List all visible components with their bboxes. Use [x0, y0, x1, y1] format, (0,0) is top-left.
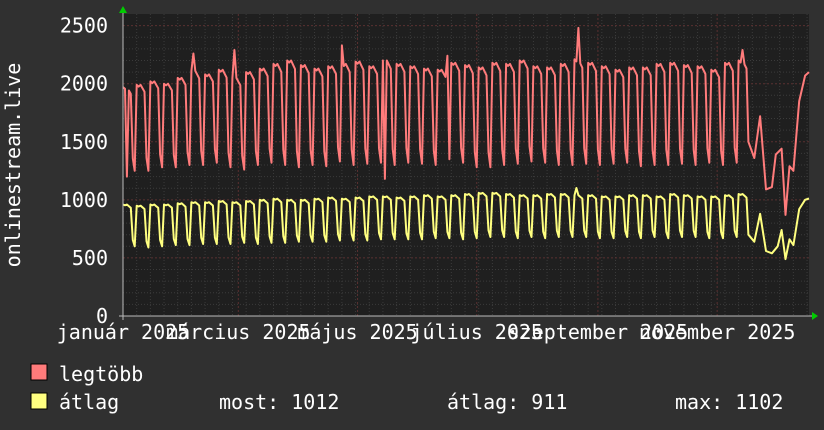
y-tick-label: 1000: [60, 188, 108, 212]
x-axis-ticks: január 2025március 2025május 2025július …: [57, 320, 796, 344]
stat-atlag: átlag: 911: [447, 390, 567, 414]
stat-most: most: 1012: [219, 390, 339, 414]
x-tick-label: november 2025: [639, 320, 796, 344]
stat-max: max: 1102: [675, 390, 783, 414]
legend-swatch-atlag: [30, 392, 48, 410]
legend-swatch-legtobb: [30, 363, 48, 381]
y-tick-label: 1500: [60, 130, 108, 154]
y-tick-label: 2500: [60, 14, 108, 38]
x-tick-label: május 2025: [297, 320, 417, 344]
x-tick-label: március 2025: [166, 320, 311, 344]
y-tick-label: 500: [72, 246, 108, 270]
y-tick-label: 2000: [60, 72, 108, 96]
traffic-chart: 05001000150020002500 január 2025március …: [0, 0, 824, 430]
legend-label-atlag: átlag: [59, 390, 119, 414]
y-axis-label: onlinestream.live: [1, 63, 25, 268]
legend-label-legtobb: legtöbb: [59, 362, 143, 386]
